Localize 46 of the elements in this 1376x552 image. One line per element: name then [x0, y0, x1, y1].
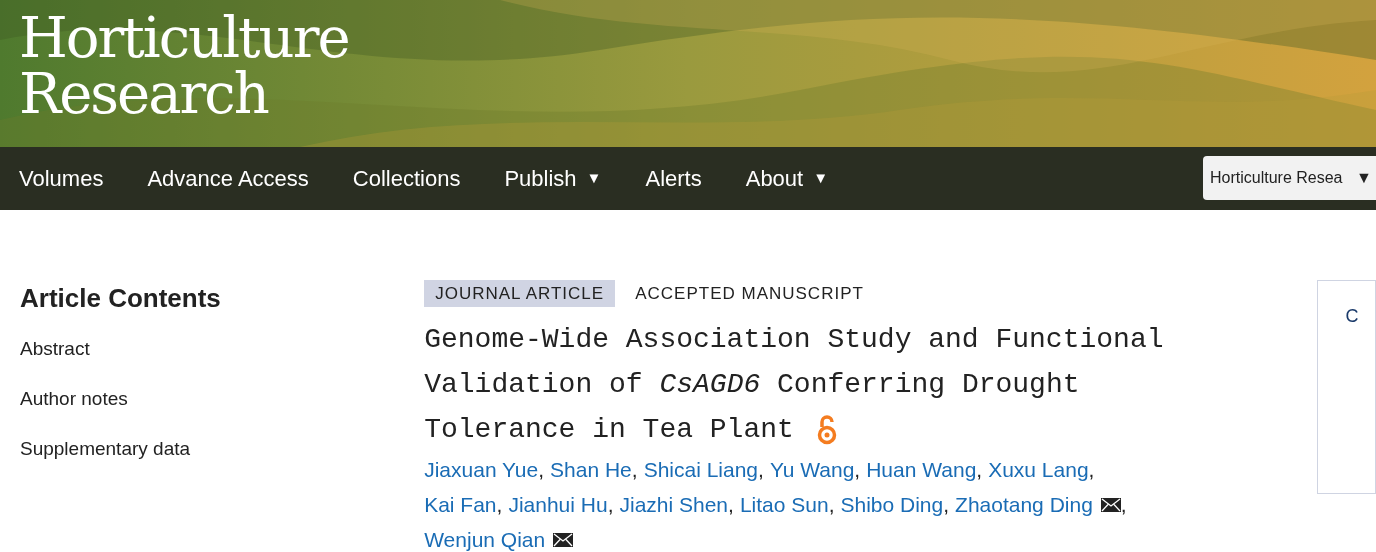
sidebar-link[interactable]: Author notes — [20, 386, 128, 412]
comma: , — [943, 491, 950, 518]
panel-text: C — [1345, 306, 1359, 326]
author-link[interactable]: Zhaotang Ding — [955, 488, 1093, 521]
nav-link[interactable]: Alerts — [645, 162, 702, 195]
site-title[interactable]: Horticulture — [19, 10, 349, 66]
comma: , — [828, 491, 835, 518]
comma: , — [728, 491, 734, 518]
author-link[interactable]: Jiazhi Shen — [619, 488, 729, 521]
sidebar-link[interactable]: Supplementary data — [20, 436, 191, 462]
nav-link[interactable]: Publish ▼ — [504, 162, 602, 195]
sidebar-heading: Article Contents — [20, 282, 221, 315]
author-link[interactable]: Kai Fan — [424, 488, 497, 521]
nav-link[interactable]: Advance Access — [147, 162, 309, 195]
article-tag: JOURNAL ARTICLE — [424, 280, 616, 307]
author-link[interactable]: Shan He — [550, 453, 632, 486]
sidebar-link[interactable]: Abstract — [20, 336, 90, 362]
article-title-line: Validation of CsAGD6 Conferring Drought — [424, 367, 1080, 402]
comma: , — [1120, 491, 1127, 518]
comma: , — [976, 456, 983, 483]
mail-icon[interactable] — [1100, 497, 1121, 512]
author-link[interactable]: Huan Wang — [866, 453, 977, 486]
author-link[interactable]: Shibo Ding — [840, 488, 944, 521]
mail-icon[interactable] — [553, 532, 574, 547]
journal-select[interactable]: Horticulture Resea ▼ — [1203, 156, 1376, 200]
comma: , — [538, 456, 545, 483]
nav-link[interactable]: Collections — [352, 162, 461, 195]
author-link[interactable]: Jiaxuan Yue — [424, 453, 539, 486]
comma: , — [1088, 456, 1095, 483]
comma: , — [496, 491, 503, 518]
author-link[interactable]: Xuxu Lang — [988, 453, 1089, 486]
author-link[interactable]: Shicai Liang — [643, 453, 759, 486]
article-title-line: Genome-Wide Association Study and Functional — [424, 322, 1164, 357]
article-title-line: Tolerance in Tea Plant — [424, 412, 794, 447]
comma: , — [758, 456, 764, 483]
site-title[interactable]: Research — [19, 66, 268, 122]
author-link[interactable]: Wenjun Qian — [424, 523, 546, 552]
nav-link[interactable]: Volumes — [19, 162, 104, 195]
article-tag: ACCEPTED MANUSCRIPT — [629, 280, 870, 307]
nav-link[interactable]: About ▼ — [745, 162, 829, 195]
comma: , — [607, 491, 614, 518]
comma: , — [854, 456, 861, 483]
author-link[interactable]: Jianhui Hu — [508, 488, 608, 521]
author-link[interactable]: Yu Wang — [769, 453, 855, 486]
comma: , — [631, 456, 638, 483]
author-link[interactable]: Litao Sun — [739, 488, 829, 521]
